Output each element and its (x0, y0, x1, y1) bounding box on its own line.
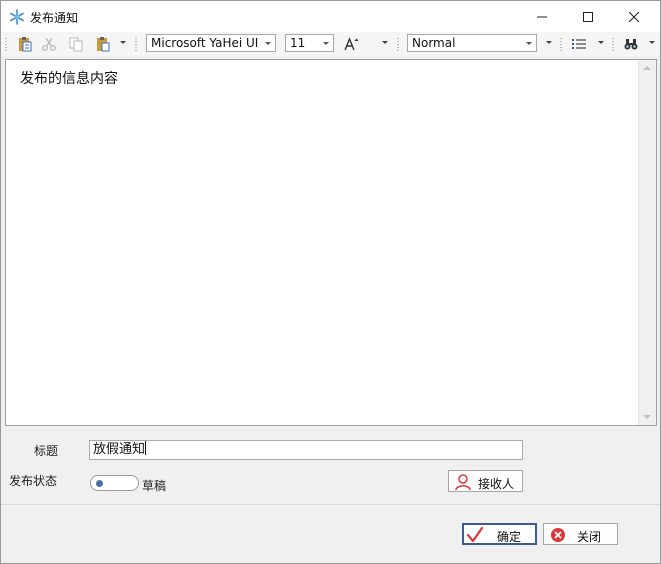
style-gallery-dropdown-arrow[interactable] (546, 41, 552, 44)
paragraph-style-value: Normal (412, 36, 456, 50)
close-button[interactable]: 关闭 (543, 523, 618, 545)
paste-special-button[interactable] (16, 35, 34, 53)
cut-icon (42, 37, 56, 51)
recipients-button-label: 接收人 (478, 477, 515, 491)
chevron-down-icon (323, 42, 329, 45)
cut-button[interactable] (40, 35, 58, 53)
close-circle-icon (551, 528, 565, 542)
ok-button[interactable]: 确定 (462, 523, 537, 545)
bullet-list-icon (572, 39, 586, 49)
editor-content[interactable]: 发布的信息内容 (20, 68, 118, 88)
rich-text-editor[interactable]: 发布的信息内容 (5, 59, 657, 426)
toolbar-grip[interactable] (397, 37, 399, 51)
minimize-icon (537, 16, 547, 17)
draft-toggle-label: 草稿 (142, 479, 167, 493)
find-dropdown-arrow[interactable] (649, 41, 655, 44)
toolbar-grip[interactable] (135, 37, 137, 51)
status-label: 发布状态 (9, 474, 58, 488)
user-icon (455, 474, 471, 491)
paste-dropdown-arrow[interactable] (120, 41, 126, 44)
close-icon (629, 11, 639, 22)
find-icon (624, 39, 638, 50)
copy-icon (69, 37, 83, 52)
font-name-value: Microsoft YaHei UI (151, 36, 259, 50)
dialog-window: 发布通知 Microsoft YaHei UI 11 Normal 发布的信息内… (0, 0, 661, 564)
text-caret (145, 441, 147, 455)
maximize-button[interactable] (565, 1, 611, 32)
formatting-toolbar: Microsoft YaHei UI 11 Normal (1, 32, 660, 56)
footer-separator (1, 504, 660, 505)
chevron-down-icon (265, 42, 271, 45)
scroll-down-arrow-icon[interactable] (643, 415, 651, 419)
font-color-dropdown-arrow[interactable] (382, 41, 388, 44)
paragraph-style-select[interactable]: Normal (407, 34, 537, 52)
bullet-list-button[interactable] (570, 35, 588, 53)
font-size-value: 11 (290, 36, 306, 50)
paste-icon (97, 37, 110, 52)
find-button[interactable] (622, 35, 640, 53)
font-size-select[interactable]: 11 (285, 34, 334, 52)
paste-button[interactable] (94, 35, 112, 53)
paste-special-icon (19, 37, 32, 52)
recipients-button[interactable]: 接收人 (448, 470, 523, 492)
chevron-down-icon (526, 42, 532, 45)
grow-font-button[interactable] (342, 35, 360, 53)
close-button-label: 关闭 (577, 530, 602, 544)
grow-font-icon (344, 37, 359, 51)
maximize-icon (583, 11, 593, 22)
checkmark-icon (466, 526, 484, 543)
toolbar-grip[interactable] (5, 37, 7, 51)
title-input[interactable]: 放假通知 (89, 440, 523, 460)
window-title: 发布通知 (30, 11, 79, 25)
title-label: 标题 (34, 444, 59, 458)
toolbar-grip[interactable] (612, 37, 614, 51)
vertical-scrollbar[interactable] (638, 60, 656, 425)
list-dropdown-arrow[interactable] (598, 41, 604, 44)
draft-toggle-switch[interactable] (90, 475, 139, 491)
title-bar: 发布通知 (1, 1, 660, 32)
toggle-knob (96, 480, 103, 487)
scroll-up-arrow-icon[interactable] (643, 66, 651, 70)
font-name-select[interactable]: Microsoft YaHei UI (146, 34, 276, 52)
title-input-value: 放假通知 (93, 442, 146, 457)
minimize-button[interactable] (519, 1, 565, 32)
snowflake-icon (10, 9, 24, 25)
copy-button[interactable] (67, 35, 85, 53)
toolbar-grip[interactable] (560, 37, 562, 51)
ok-button-label: 确定 (497, 530, 522, 544)
close-window-button[interactable] (611, 1, 657, 32)
